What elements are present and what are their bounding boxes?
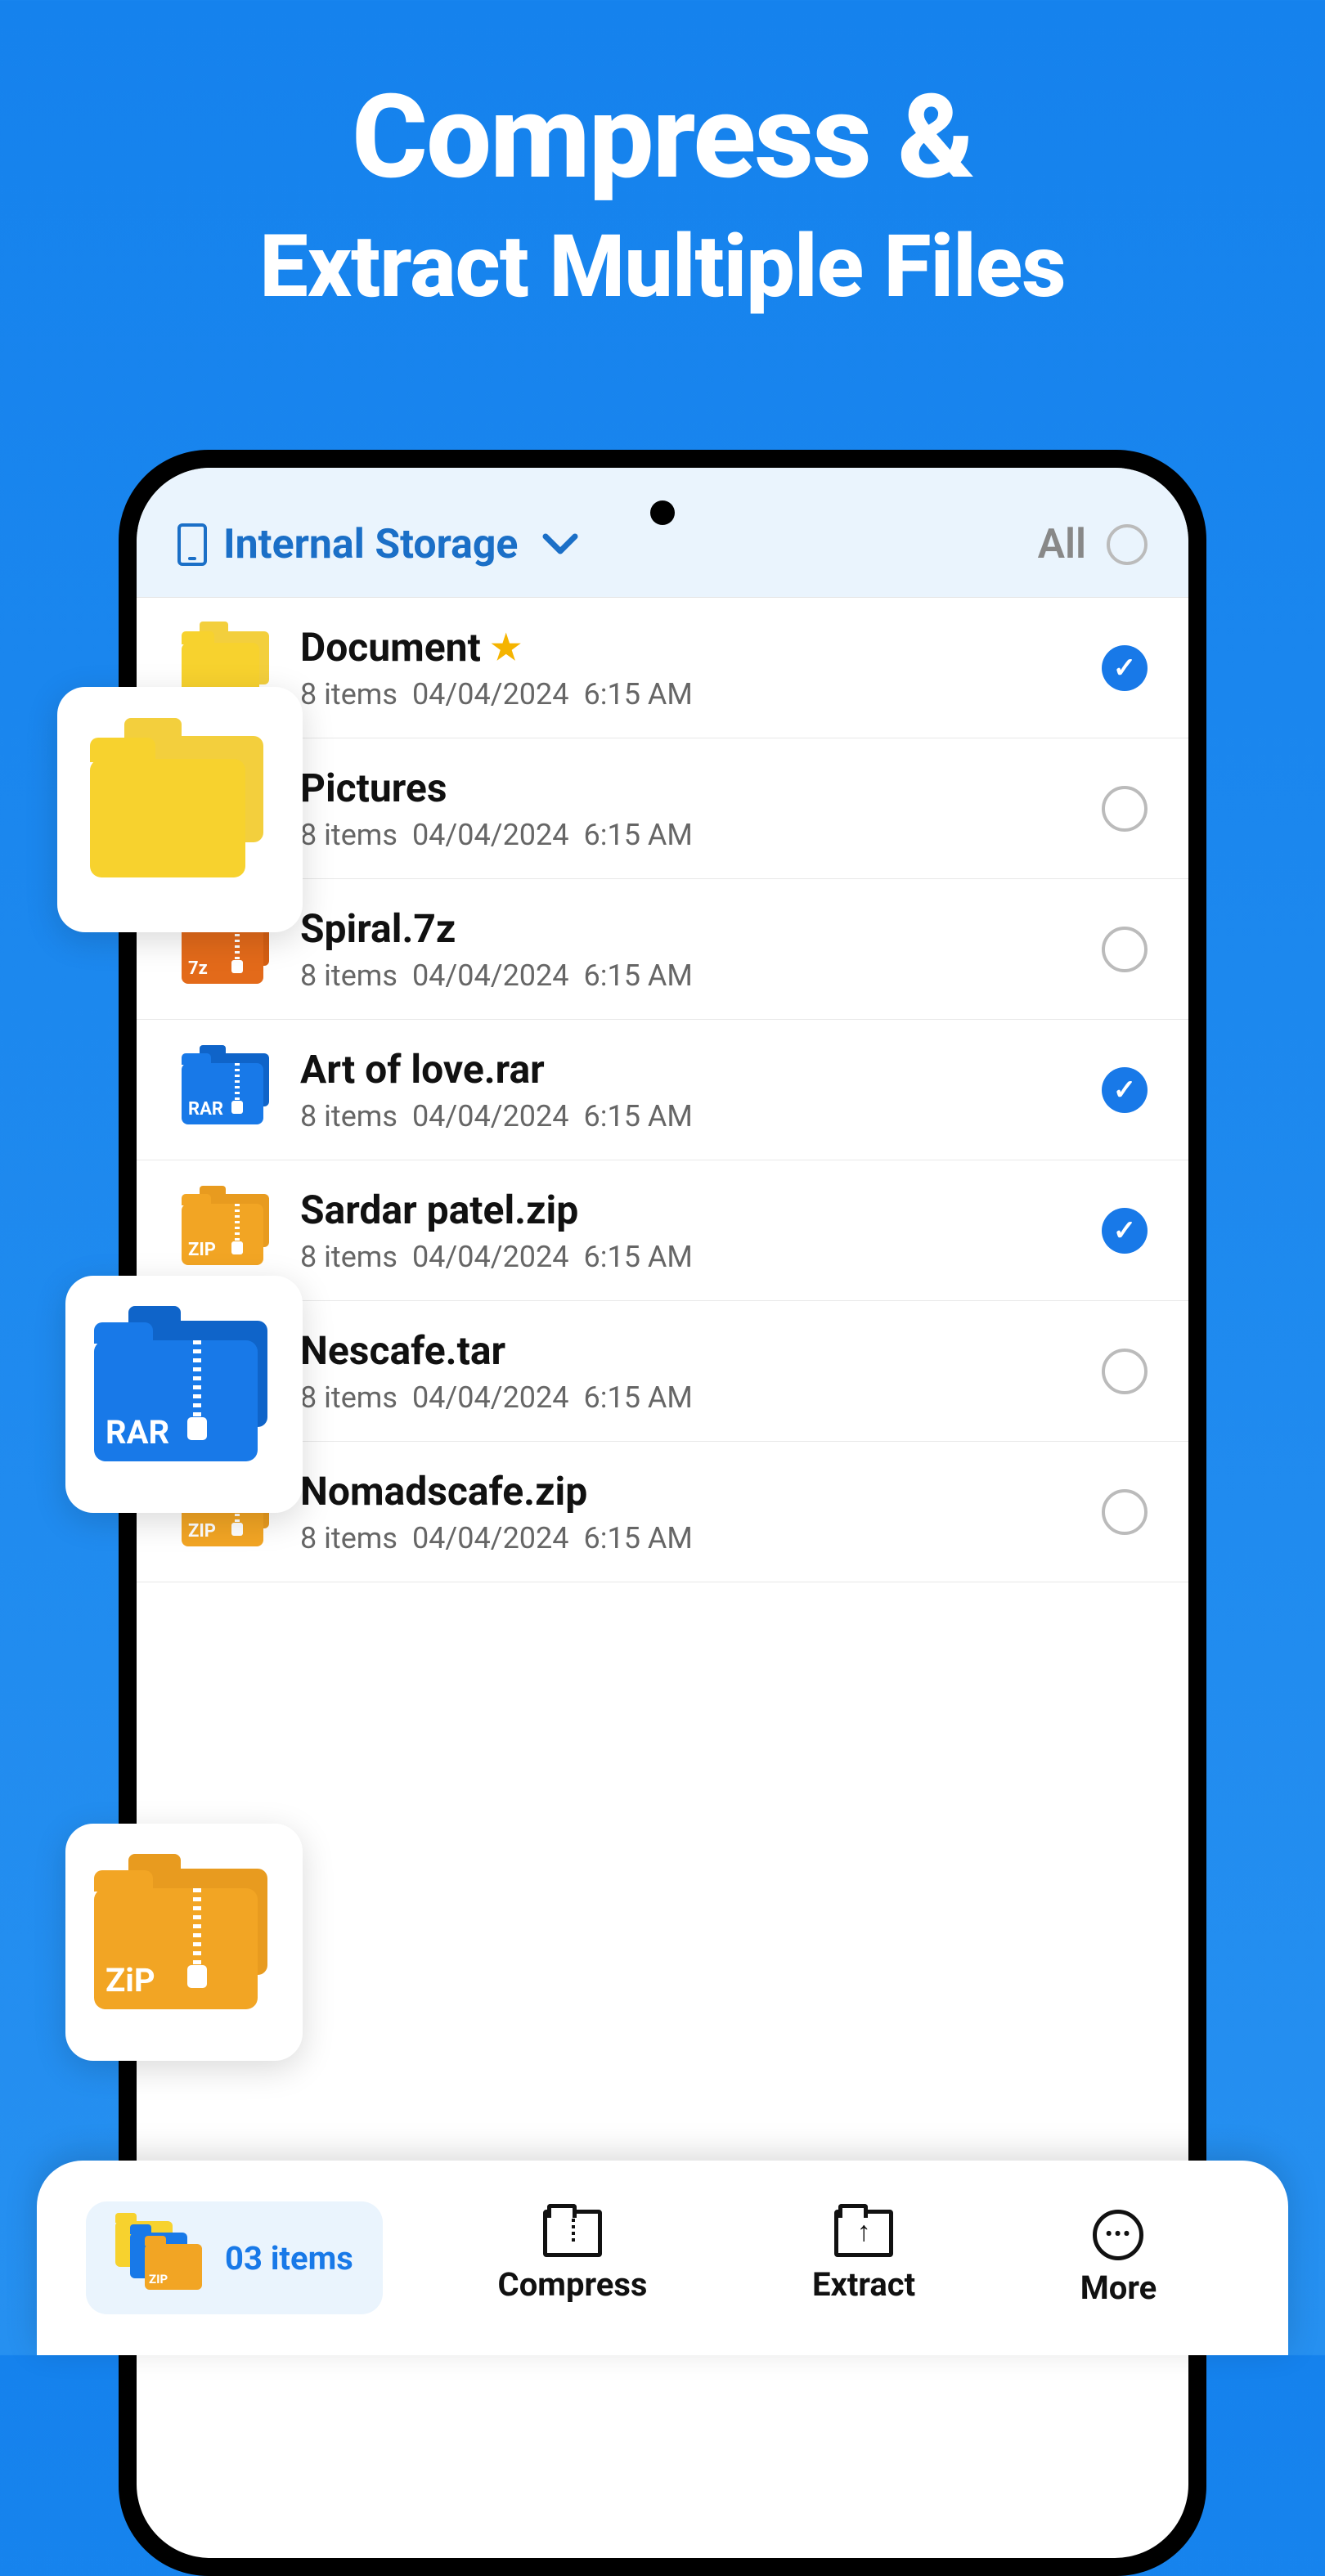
extract-icon	[834, 2210, 893, 2257]
file-checkbox[interactable]	[1102, 1208, 1148, 1254]
file-name: Art of love.rar	[300, 1046, 545, 1093]
float-rar-card: RAR	[65, 1276, 303, 1513]
hero-title: Compress & Extract Multiple Files	[0, 0, 1325, 317]
select-all-checkbox[interactable]	[1107, 524, 1148, 565]
float-folder-card	[57, 687, 303, 932]
app-header: Internal Storage All	[137, 468, 1188, 598]
folder-icon	[90, 736, 270, 883]
compress-icon	[543, 2210, 602, 2257]
file-checkbox[interactable]	[1102, 1349, 1148, 1394]
file-meta: 8 items04/04/20246:15 AM	[300, 1240, 1077, 1274]
camera-dot	[650, 500, 675, 525]
select-all-label: All	[1038, 521, 1086, 568]
hero-line1: Compress &	[0, 74, 1325, 201]
archive-rar-icon: RAR	[94, 1321, 274, 1468]
file-meta: 8 items04/04/20246:15 AM	[300, 1380, 1077, 1415]
file-meta: 8 items04/04/20246:15 AM	[300, 677, 1077, 711]
extract-label: Extract	[812, 2265, 915, 2304]
storage-selector[interactable]: Internal Storage	[177, 521, 578, 568]
more-button[interactable]: More	[1080, 2210, 1157, 2307]
selected-items-chip[interactable]: 03 items	[86, 2201, 383, 2314]
chevron-down-icon	[542, 533, 578, 556]
file-name: Sardar patel.zip	[300, 1187, 578, 1233]
file-checkbox[interactable]	[1102, 645, 1148, 691]
compress-button[interactable]: Compress	[498, 2210, 648, 2307]
selected-count-label: 03 items	[225, 2239, 353, 2278]
file-meta: 8 items04/04/20246:15 AM	[300, 1099, 1077, 1133]
extract-button[interactable]: Extract	[812, 2210, 915, 2307]
file-checkbox[interactable]	[1102, 1489, 1148, 1535]
float-zip-card: ZiP	[65, 1824, 303, 2061]
file-row-sardar-patel-zip[interactable]: ZIP Sardar patel.zip 8 items04/04/20246:…	[137, 1160, 1188, 1301]
file-name: Nomadscafe.zip	[300, 1468, 587, 1515]
archive-rar-icon: RAR	[177, 1049, 276, 1131]
storage-label: Internal Storage	[223, 521, 518, 568]
file-name: Spiral.7z	[300, 905, 456, 952]
more-label: More	[1080, 2269, 1157, 2307]
file-checkbox[interactable]	[1102, 786, 1148, 832]
file-name: Document	[300, 624, 481, 671]
file-meta: 8 items04/04/20246:15 AM	[300, 1521, 1077, 1555]
phone-notch	[532, 450, 793, 468]
hero-line2: Extract Multiple Files	[0, 218, 1325, 317]
file-meta: 8 items04/04/20246:15 AM	[300, 818, 1077, 852]
more-icon	[1093, 2210, 1143, 2260]
file-checkbox[interactable]	[1102, 1067, 1148, 1113]
star-icon: ★	[491, 627, 522, 668]
file-meta: 8 items04/04/20246:15 AM	[300, 958, 1077, 993]
archive-zip-icon: ZiP	[94, 1869, 274, 2016]
file-name: Pictures	[300, 765, 447, 811]
compress-label: Compress	[498, 2265, 648, 2304]
file-checkbox[interactable]	[1102, 927, 1148, 972]
file-name: Nescafe.tar	[300, 1327, 505, 1374]
bottom-action-bar: 03 items Compress Extract More	[37, 2161, 1288, 2355]
file-row-art-of-love-rar[interactable]: RAR Art of love.rar 8 items04/04/20246:1…	[137, 1020, 1188, 1160]
archive-zip-icon: ZIP	[177, 1190, 276, 1272]
phone-icon	[177, 523, 207, 566]
chip-stack-icon	[115, 2221, 205, 2295]
